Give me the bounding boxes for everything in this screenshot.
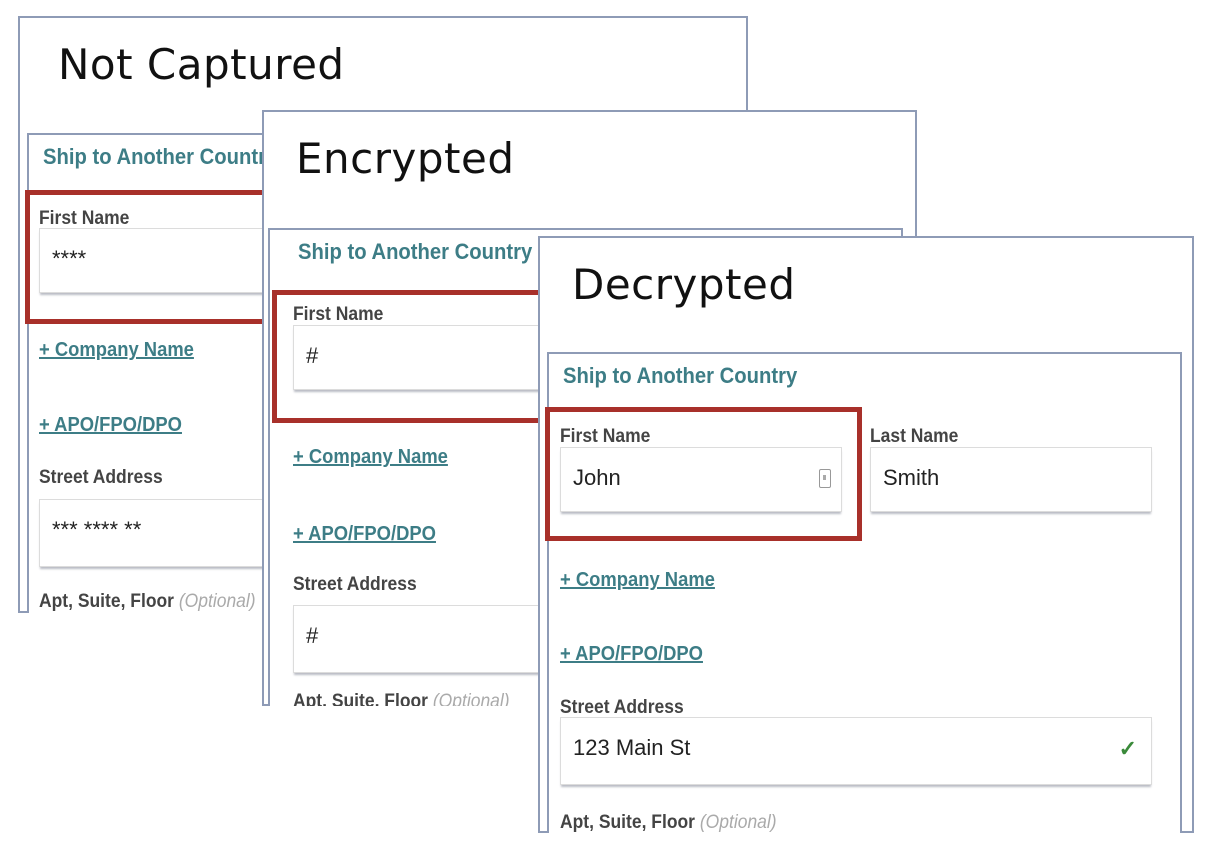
add-company-name-link[interactable]: + Company Name xyxy=(560,569,715,592)
last-name-label: Last Name xyxy=(870,426,959,447)
panel-title: Decrypted xyxy=(572,260,796,309)
first-name-input[interactable]: John xyxy=(560,447,842,512)
street-address-value: 123 Main St xyxy=(573,735,691,760)
form-heading: Ship to Another Country xyxy=(298,239,533,264)
apt-label-text: Apt, Suite, Floor xyxy=(39,591,174,612)
panel-decrypted: Decrypted Ship to Another Country First … xyxy=(538,236,1194,833)
apt-suite-floor-label: Apt, Suite, Floor (Optional) xyxy=(39,591,256,613)
first-name-label: First Name xyxy=(39,208,130,229)
apt-suite-floor-label: Apt, Suite, Floor (Optional) xyxy=(560,812,777,833)
checkmark-icon: ✓ xyxy=(1118,736,1137,761)
first-name-value: # xyxy=(306,343,319,368)
street-address-label: Street Address xyxy=(560,697,684,718)
street-address-label: Street Address xyxy=(293,574,417,595)
add-apo-fpo-dpo-link[interactable]: + APO/FPO/DPO xyxy=(39,414,182,437)
add-company-name-link[interactable]: + Company Name xyxy=(39,339,194,362)
panel-title: Encrypted xyxy=(296,134,515,183)
first-name-value: **** xyxy=(52,246,87,271)
first-name-label: First Name xyxy=(293,304,384,325)
panel-title: Not Captured xyxy=(58,40,345,89)
first-name-value: John xyxy=(573,465,621,490)
street-address-label: Street Address xyxy=(39,467,163,488)
last-name-value: Smith xyxy=(883,465,940,490)
optional-hint: (Optional) xyxy=(432,691,510,706)
shipping-form: Ship to Another Country First Name John … xyxy=(547,352,1182,833)
optional-hint: (Optional) xyxy=(699,812,777,833)
optional-hint: (Optional) xyxy=(178,591,256,612)
street-address-value: *** **** ** xyxy=(52,517,142,542)
last-name-input[interactable]: Smith xyxy=(870,447,1152,512)
apt-label-text: Apt, Suite, Floor xyxy=(560,812,695,833)
add-company-name-link[interactable]: + Company Name xyxy=(293,446,448,469)
form-heading: Ship to Another Country xyxy=(563,363,798,388)
add-apo-fpo-dpo-link[interactable]: + APO/FPO/DPO xyxy=(560,643,703,666)
apt-label-text: Apt, Suite, Floor xyxy=(293,691,428,706)
form-heading: Ship to Another Country xyxy=(43,144,278,169)
add-apo-fpo-dpo-link[interactable]: + APO/FPO/DPO xyxy=(293,523,436,546)
street-address-input[interactable]: 123 Main St ✓ xyxy=(560,717,1152,785)
first-name-label: First Name xyxy=(560,426,651,447)
apt-suite-floor-label: Apt, Suite, Floor (Optional) xyxy=(293,691,510,706)
street-address-value: # xyxy=(306,623,319,648)
password-manager-icon[interactable] xyxy=(819,469,831,488)
